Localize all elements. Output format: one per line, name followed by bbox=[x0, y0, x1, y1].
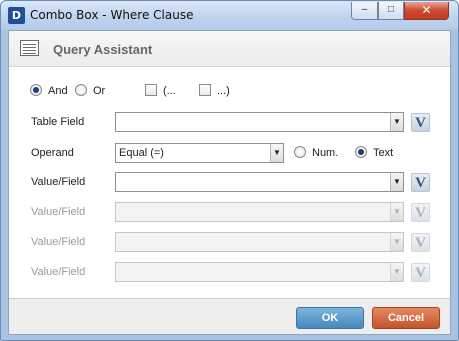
or-label: Or bbox=[93, 85, 106, 97]
chevron-down-icon[interactable]: ▼ bbox=[390, 113, 403, 131]
table-field-label: Table Field bbox=[31, 116, 85, 128]
query-list-icon bbox=[20, 40, 39, 56]
close-paren-checkbox[interactable] bbox=[199, 84, 211, 96]
close-button[interactable]: ✕ bbox=[404, 2, 449, 20]
and-radio[interactable] bbox=[30, 84, 42, 96]
value-field-combo: ▼ bbox=[115, 262, 404, 282]
table-field-v-button[interactable]: V bbox=[411, 113, 430, 132]
operand-value: Equal (=) bbox=[119, 147, 164, 159]
value-field-label: Value/Field bbox=[31, 176, 86, 188]
chevron-down-icon: ▼ bbox=[390, 203, 403, 221]
value-field-combo: ▼ bbox=[115, 202, 404, 222]
value-field-v-button: V bbox=[411, 233, 430, 252]
text-radio[interactable] bbox=[355, 146, 367, 158]
dialog-footer: OK Cancel bbox=[9, 298, 450, 334]
value-field-combo: ▼ bbox=[115, 232, 404, 252]
value-field-v-button[interactable]: V bbox=[411, 173, 430, 192]
table-field-combo[interactable]: ▼ bbox=[115, 112, 404, 132]
minimize-button[interactable]: – bbox=[351, 2, 378, 20]
title-bar[interactable]: D Combo Box - Where Clause – □ ✕ bbox=[1, 1, 458, 30]
value-field-label: Value/Field bbox=[31, 236, 86, 248]
chevron-down-icon: ▼ bbox=[390, 263, 403, 281]
operand-label: Operand bbox=[31, 147, 74, 159]
num-radio[interactable] bbox=[294, 146, 306, 158]
or-radio[interactable] bbox=[75, 84, 87, 96]
chevron-down-icon: ▼ bbox=[390, 233, 403, 251]
value-field-label: Value/Field bbox=[31, 266, 86, 278]
value-field-label: Value/Field bbox=[31, 206, 86, 218]
chevron-down-icon[interactable]: ▼ bbox=[390, 173, 403, 191]
dialog-window: D Combo Box - Where Clause – □ ✕ Query A… bbox=[0, 0, 459, 341]
value-field-v-button: V bbox=[411, 263, 430, 282]
ok-button[interactable]: OK bbox=[296, 307, 364, 329]
app-icon: D bbox=[8, 7, 25, 24]
text-label: Text bbox=[373, 147, 394, 159]
open-paren-label: (... bbox=[163, 85, 176, 97]
close-paren-label: ...) bbox=[217, 85, 230, 97]
operand-combo[interactable]: Equal (=) ▼ bbox=[115, 143, 284, 163]
open-paren-checkbox[interactable] bbox=[145, 84, 157, 96]
window-title: Combo Box - Where Clause bbox=[30, 8, 194, 22]
value-field-v-button: V bbox=[411, 203, 430, 222]
num-label: Num. bbox=[312, 147, 339, 159]
chevron-down-icon[interactable]: ▼ bbox=[270, 144, 283, 162]
value-field-combo[interactable]: ▼ bbox=[115, 172, 404, 192]
maximize-button[interactable]: □ bbox=[378, 2, 404, 20]
and-label: And bbox=[48, 85, 68, 97]
section-title: Query Assistant bbox=[53, 42, 153, 57]
cancel-button[interactable]: Cancel bbox=[372, 307, 440, 329]
dialog-body: Query Assistant And Or (... ...) Table F… bbox=[8, 30, 451, 335]
section-header: Query Assistant bbox=[9, 31, 450, 67]
